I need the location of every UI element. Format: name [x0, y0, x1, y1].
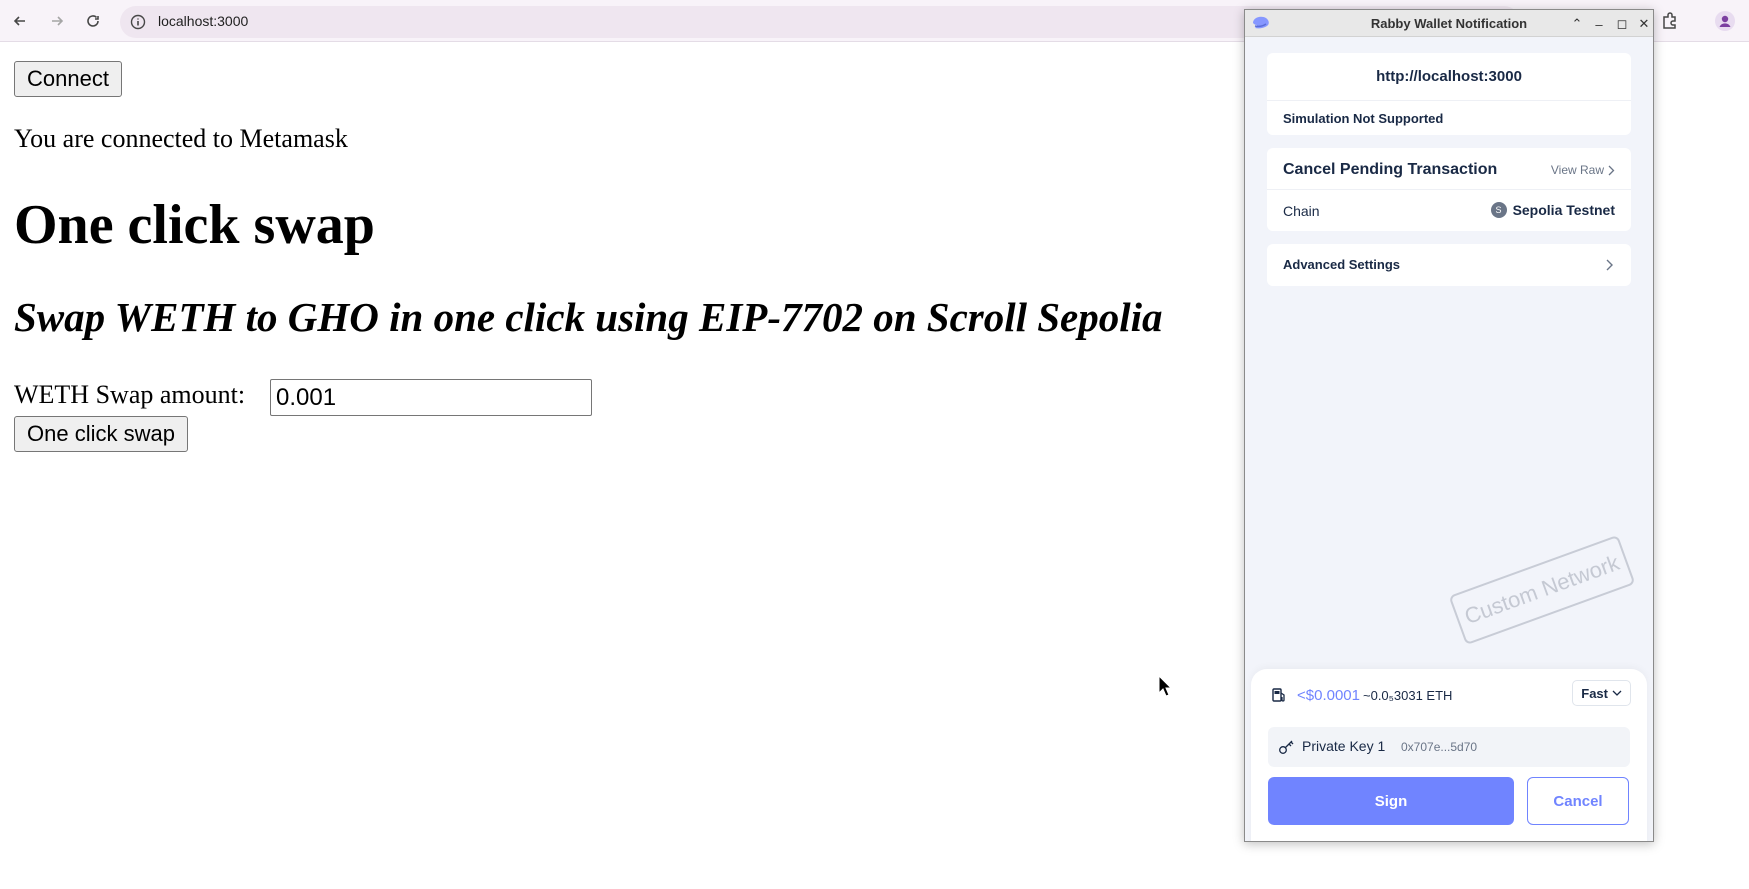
page-subtitle: Swap WETH to GHO in one click using EIP-…: [14, 294, 1163, 340]
popup-titlebar[interactable]: Rabby Wallet Notification ⌃ – ◻ ✕: [1245, 10, 1653, 37]
amount-label: WETH Swap amount:: [14, 380, 246, 409]
page-title: One click swap: [14, 194, 375, 256]
origin-url: http://localhost:3000: [1376, 68, 1522, 85]
advanced-settings-row[interactable]: Advanced Settings: [1267, 244, 1631, 286]
connect-button[interactable]: Connect: [14, 61, 122, 97]
one-click-swap-button[interactable]: One click swap: [14, 416, 188, 452]
chain-label: Chain: [1283, 203, 1320, 219]
chain-logo-icon: S: [1490, 202, 1507, 218]
forward-icon[interactable]: [45, 9, 69, 33]
gas-fee-usd: <$0.0001: [1297, 687, 1360, 704]
chevron-up-icon[interactable]: ⌃: [1569, 16, 1585, 32]
back-icon[interactable]: [8, 9, 32, 33]
divider: [1267, 100, 1631, 101]
advanced-settings-label: Advanced Settings: [1283, 257, 1401, 272]
gas-speed-select[interactable]: Fast: [1572, 680, 1631, 706]
view-raw-link[interactable]: View Raw: [1551, 163, 1615, 177]
gas-fee-eth: ~0.0₅3031 ETH: [1363, 688, 1453, 703]
minimize-icon[interactable]: –: [1591, 16, 1607, 32]
divider: [1267, 189, 1631, 190]
wallet-popup: Rabby Wallet Notification ⌃ – ◻ ✕ http:/…: [1244, 9, 1654, 842]
chain-value: S Sepolia Testnet: [1490, 202, 1615, 218]
chevron-right-icon: [1606, 259, 1613, 271]
chain-name: Sepolia Testnet: [1512, 202, 1615, 218]
signer-account: Private Key 1 0x707e...5d70: [1268, 727, 1630, 767]
connection-status: You are connected to Metamask: [14, 124, 348, 153]
gas-pump-icon: [1272, 688, 1285, 702]
url-text[interactable]: localhost:3000: [158, 13, 248, 29]
extensions-icon[interactable]: [1660, 11, 1680, 31]
dapp-page: Connect You are connected to Metamask On…: [0, 43, 1240, 889]
origin-card: http://localhost:3000 Simulation Not Sup…: [1267, 53, 1631, 135]
profile-icon[interactable]: [1715, 11, 1735, 31]
gas-speed-value: Fast: [1581, 685, 1608, 701]
site-info-icon[interactable]: [130, 14, 146, 30]
close-icon[interactable]: ✕: [1636, 16, 1652, 32]
cancel-button[interactable]: Cancel: [1527, 777, 1629, 825]
view-raw-label: View Raw: [1550, 163, 1604, 177]
chevron-down-icon: [1612, 690, 1622, 696]
sign-footer: <$0.0001 ~0.0₅3031 ETH Fast Private Key …: [1251, 669, 1647, 841]
amount-input[interactable]: 0.001: [270, 379, 592, 416]
sign-button[interactable]: Sign: [1268, 777, 1514, 825]
transaction-card: Cancel Pending Transaction View Raw Chai…: [1267, 148, 1631, 231]
mouse-cursor-icon: [1158, 675, 1172, 697]
custom-network-watermark: Custom Network: [1448, 534, 1636, 646]
reload-icon[interactable]: [81, 9, 105, 33]
maximize-icon[interactable]: ◻: [1614, 16, 1630, 32]
key-icon: [1279, 740, 1294, 754]
transaction-title: Cancel Pending Transaction: [1283, 161, 1498, 178]
simulation-status: Simulation Not Supported: [1283, 111, 1444, 126]
chevron-right-icon: [1608, 165, 1615, 175]
account-name: Private Key 1: [1302, 738, 1386, 754]
account-address: 0x707e...5d70: [1401, 740, 1478, 754]
